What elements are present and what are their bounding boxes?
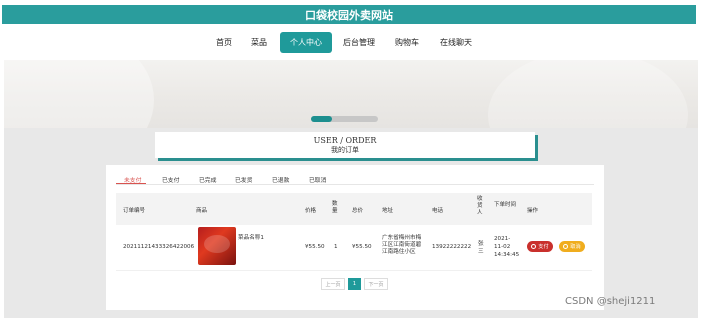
- total-price: ¥55.50: [352, 244, 372, 250]
- address: 广东省梅州市梅江区江南街道碧江南路住小区: [382, 235, 422, 255]
- cancel-button-label: 取消: [570, 244, 581, 250]
- next-page-button[interactable]: 下一页: [364, 278, 388, 290]
- site-title-bar: 口袋校园外卖网站: [2, 5, 696, 24]
- th-time: 下单时间: [494, 202, 517, 208]
- main-nav: 首页 菜品 后台管理 购物车 在线聊天: [0, 26, 702, 60]
- quantity: 1: [334, 244, 338, 250]
- watermark: CSDN @sheji1211: [565, 296, 656, 307]
- nav-chat[interactable]: 在线聊天: [440, 37, 472, 48]
- nav-personal-center-label: 个人中心: [290, 38, 322, 47]
- th-total: 总价: [352, 208, 364, 214]
- table-row: 20211121433326422006 菜品名称1 ¥55.50 1 ¥55.…: [116, 225, 592, 271]
- page-title-card: USER / ORDER 我的订单: [155, 132, 535, 158]
- th-product: 商品: [196, 208, 208, 214]
- close-circle-icon: [531, 244, 537, 249]
- nav-cart[interactable]: 购物车: [395, 37, 419, 48]
- tab-active-underline: [116, 183, 146, 184]
- tab-refunded[interactable]: 已退款: [272, 175, 289, 184]
- table-header: 订单编号 商品 价格 数量 总价 地址 电话 收货人 下单时间 操作: [116, 193, 592, 225]
- info-circle-icon: [563, 244, 569, 249]
- price: ¥55.50: [305, 244, 325, 250]
- page-title-en: USER / ORDER: [313, 136, 377, 145]
- product-image[interactable]: [198, 227, 236, 265]
- carousel-indicator[interactable]: [311, 116, 378, 122]
- nav-home[interactable]: 首页: [216, 37, 232, 48]
- phone: 13922222222: [432, 244, 472, 250]
- page-title-cn: 我的订单: [331, 146, 359, 154]
- order-time: 2021-11-02 14:34:45: [494, 236, 520, 258]
- product-name: 菜品名称1: [238, 235, 264, 241]
- nav-admin[interactable]: 后台管理: [343, 37, 375, 48]
- nav-dishes[interactable]: 菜品: [251, 37, 267, 48]
- orders-panel: 未支付 已支付 已完成 已发货 已退款 已取消 订单编号 商品 价格 数量 总价…: [106, 165, 604, 310]
- tab-paid[interactable]: 已支付: [162, 175, 179, 184]
- th-phone: 电话: [432, 208, 444, 214]
- receiver: 张三: [478, 241, 484, 255]
- order-number: 20211121433326422006: [123, 244, 195, 250]
- nav-personal-center[interactable]: 个人中心: [280, 32, 332, 53]
- pay-button[interactable]: 支付: [527, 241, 553, 252]
- th-address: 地址: [382, 208, 394, 214]
- th-order-no: 订单编号: [123, 208, 146, 214]
- th-qty: 数量: [332, 201, 338, 214]
- tab-cancelled[interactable]: 已取消: [309, 175, 326, 184]
- th-price: 价格: [305, 208, 317, 214]
- tab-divider: [116, 184, 594, 185]
- site-title: 口袋校园外卖网站: [305, 8, 393, 22]
- pay-button-label: 支付: [538, 244, 549, 250]
- prev-page-button[interactable]: 上一页: [321, 278, 345, 290]
- th-actions: 操作: [527, 208, 539, 214]
- page-1-button[interactable]: 1: [348, 278, 361, 290]
- carousel-indicator-active[interactable]: [311, 116, 332, 122]
- tab-completed[interactable]: 已完成: [199, 175, 216, 184]
- cancel-button[interactable]: 取消: [559, 241, 585, 252]
- th-receiver: 收货人: [477, 196, 483, 216]
- tab-shipped[interactable]: 已发货: [235, 175, 252, 184]
